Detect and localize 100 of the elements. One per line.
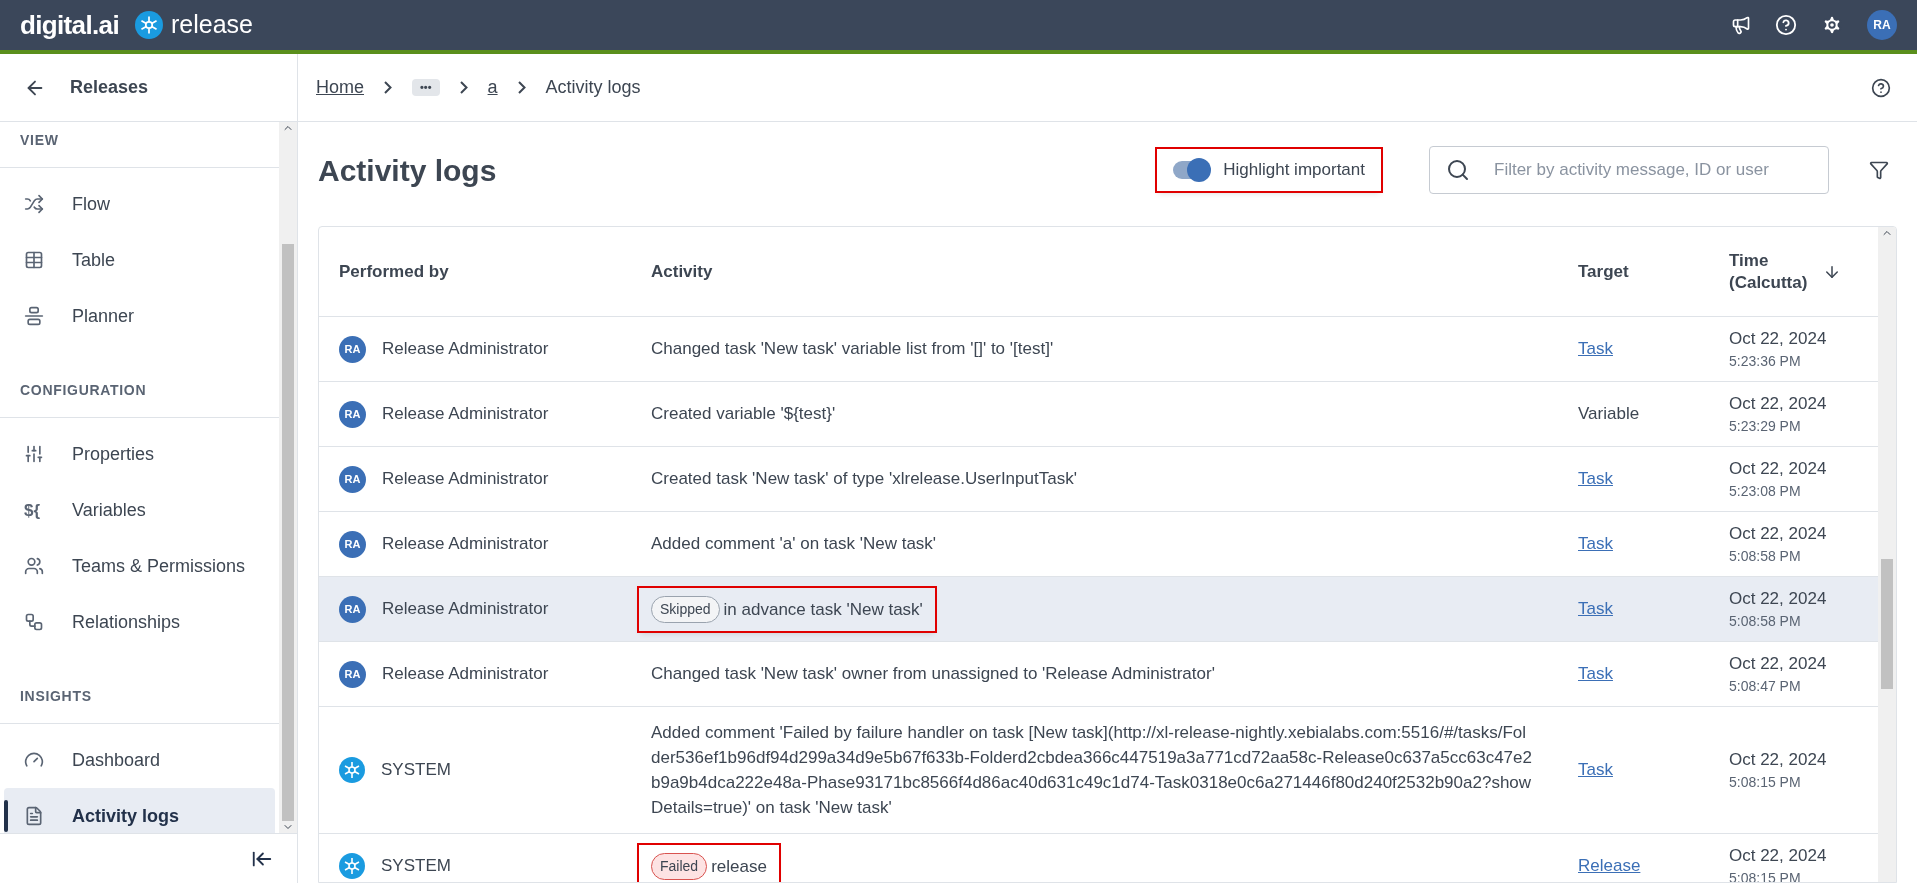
sliders-icon (24, 444, 44, 464)
activity-text: Created task 'New task' of type 'xlrelease.UserInputTask' (651, 468, 1077, 491)
time-text: 5:08:47 PM (1729, 677, 1802, 697)
nav-item[interactable]: Properties (4, 426, 275, 482)
table-cell-text: Release Administrator (382, 403, 549, 426)
back-button[interactable]: Releases (0, 54, 297, 122)
activity-text: in advance task 'New task' (723, 598, 923, 621)
brand-logo: digital.ai (20, 8, 119, 42)
time-text: 5:23:36 PM (1729, 352, 1802, 372)
user-avatar: RA (339, 595, 366, 623)
column-header[interactable]: Activity (651, 261, 713, 281)
user-avatar: RA (339, 465, 366, 493)
table-row[interactable]: RA Release Administrator Skipped in advance task 'New task' Task Oct 22, 2024 5:08:58 PM (319, 577, 1878, 642)
nav-item[interactable]: Relationships (4, 594, 275, 650)
scroll-thumb[interactable] (282, 244, 294, 821)
nav-item[interactable]: Table (4, 232, 275, 288)
date-text: Oct 22, 2024 (1729, 587, 1828, 610)
nav-item[interactable]: Teams & Permissions (4, 538, 275, 594)
time-text: 5:23:29 PM (1729, 417, 1802, 437)
time-text: 5:08:58 PM (1729, 612, 1802, 632)
table-cell-text: Release Administrator (382, 598, 549, 621)
help-icon[interactable] (1871, 77, 1891, 98)
target-link[interactable]: Task (1578, 469, 1613, 489)
user-avatar: RA (339, 530, 366, 558)
activity-text: Created variable '${test}' (651, 403, 836, 426)
activity-text: release (711, 855, 767, 878)
date-text: Oct 22, 2024 (1729, 522, 1828, 545)
table-row[interactable]: RA Release Administrator Changed task 'New task' variable list from '[]' to '[test]' Task Oct 22, 2024 5:23:36 PM (319, 317, 1878, 382)
table-cell-text: Release Administrator (382, 468, 549, 491)
table-cell-text: Release Administrator (382, 338, 549, 361)
table-icon (24, 250, 44, 270)
table-row[interactable]: RA Release Administrator Changed task 'New task' owner from unassigned to 'Release Administrator' Task Oct 22, 2024 5:08:47 PM (319, 642, 1878, 707)
search-field[interactable]: Filter by activity message, ID or user (1429, 146, 1829, 194)
user-avatar[interactable]: RA (1867, 10, 1897, 40)
chevron-right-icon (517, 81, 526, 94)
breadcrumb-more-button[interactable]: ••• (412, 79, 440, 96)
time-text: 5:23:08 PM (1729, 482, 1802, 502)
system-avatar-icon (339, 853, 365, 879)
time-text: 5:08:15 PM (1729, 773, 1802, 793)
target-link[interactable]: Task (1578, 760, 1613, 780)
date-text: Oct 22, 2024 (1729, 748, 1828, 771)
table-cell-text: Release Administrator (382, 533, 549, 556)
people-icon (24, 556, 44, 576)
chevron-right-icon (459, 81, 468, 94)
target-link[interactable]: Task (1578, 664, 1613, 684)
breadcrumb-link[interactable]: Home (316, 74, 364, 101)
gauge-icon (24, 750, 44, 770)
target-link[interactable]: Task (1578, 599, 1613, 619)
search-icon (1446, 158, 1470, 182)
user-avatar: RA (339, 335, 366, 363)
activity-text: Added comment 'a' on task 'New task' (651, 533, 937, 556)
date-text: Oct 22, 2024 (1729, 392, 1828, 415)
release-logo-icon (134, 11, 163, 39)
announcements-icon[interactable] (1731, 15, 1751, 35)
table-cell-text: SYSTEM (381, 855, 451, 878)
target-link[interactable]: Task (1578, 339, 1613, 359)
column-header[interactable]: Performed by (339, 261, 449, 281)
activity-text: Changed task 'New task' variable list from '[]' to '[test]' (651, 338, 1054, 361)
breadcrumb-current: Activity logs (545, 76, 641, 99)
table-row[interactable]: RA Release Administrator Created task 'New task' of type 'xlrelease.UserInputTask' Task Oct 22, 2024 5:23:08 PM (319, 447, 1878, 512)
nav-item[interactable]: Planner (4, 288, 275, 344)
settings-icon[interactable] (1821, 14, 1843, 36)
table-cell-text: Release Administrator (382, 663, 549, 686)
activity-text: Changed task 'New task' owner from unassigned to 'Release Administrator' (651, 663, 1215, 686)
time-text: 5:08:58 PM (1729, 547, 1802, 567)
nav-item[interactable]: Flow (4, 176, 275, 232)
hierarchy-icon (24, 612, 44, 632)
product-name: release (170, 9, 253, 41)
search-input[interactable]: Filter by activity message, ID or user (1494, 157, 1812, 183)
toggle-label: Highlight important (1223, 159, 1365, 182)
table-cell: Variable (1578, 404, 1640, 424)
planner-icon (24, 306, 44, 326)
nav-item[interactable]: Activity logs (4, 788, 275, 833)
highlight-toggle[interactable] (1173, 161, 1208, 179)
activity-text: Added comment 'Failed by failure handler on task [New task](http://xl-release-nightly.xebialabs.com:5516/#/tasks/Folder536ef1b96df94d299a34d9e5b67f633b-Folderd2cbdea366c447519a3a771cd72aa58c-Release0c637a5cc63c47e2b9a9b4dca222e48a-Phase93171bc8566f4d86ac40d631c49c1d74-Task0318e0c6a271446f80d240f2532b90a2?showDetails=true)' on task 'New task' (651, 722, 1533, 819)
chevron-right-icon (384, 81, 392, 94)
nav-item[interactable]: ${ Variables (4, 482, 275, 538)
nav-item[interactable]: Dashboard (4, 732, 275, 788)
date-text: Oct 22, 2024 (1729, 844, 1828, 867)
breadcrumb-link[interactable]: a (487, 74, 498, 101)
skipped-status-tag: Skipped (651, 595, 720, 623)
column-header[interactable]: Time (Calcutta) (1729, 250, 1808, 293)
column-header[interactable]: Target (1578, 261, 1629, 281)
target-link[interactable]: Release (1578, 856, 1641, 876)
page-title: Activity logs (318, 152, 497, 189)
user-avatar: RA (339, 400, 366, 428)
table-row[interactable]: RA Release Administrator Created variable '${test}' Variable Oct 22, 2024 5:23:29 PM (319, 382, 1878, 447)
table-cell-text: SYSTEM (381, 759, 451, 782)
system-avatar-icon (339, 757, 365, 783)
shuffle-icon (24, 194, 44, 214)
user-avatar: RA (339, 660, 366, 688)
failed-status-tag: Failed (651, 852, 708, 880)
filter-icon[interactable] (1869, 160, 1889, 180)
date-text: Oct 22, 2024 (1729, 652, 1828, 675)
target-link[interactable]: Task (1578, 534, 1613, 554)
variables-icon: ${ (24, 501, 44, 519)
date-text: Oct 22, 2024 (1729, 327, 1828, 350)
scroll-thumb[interactable] (1881, 559, 1893, 689)
document-icon (24, 806, 44, 826)
date-text: Oct 22, 2024 (1729, 457, 1828, 480)
